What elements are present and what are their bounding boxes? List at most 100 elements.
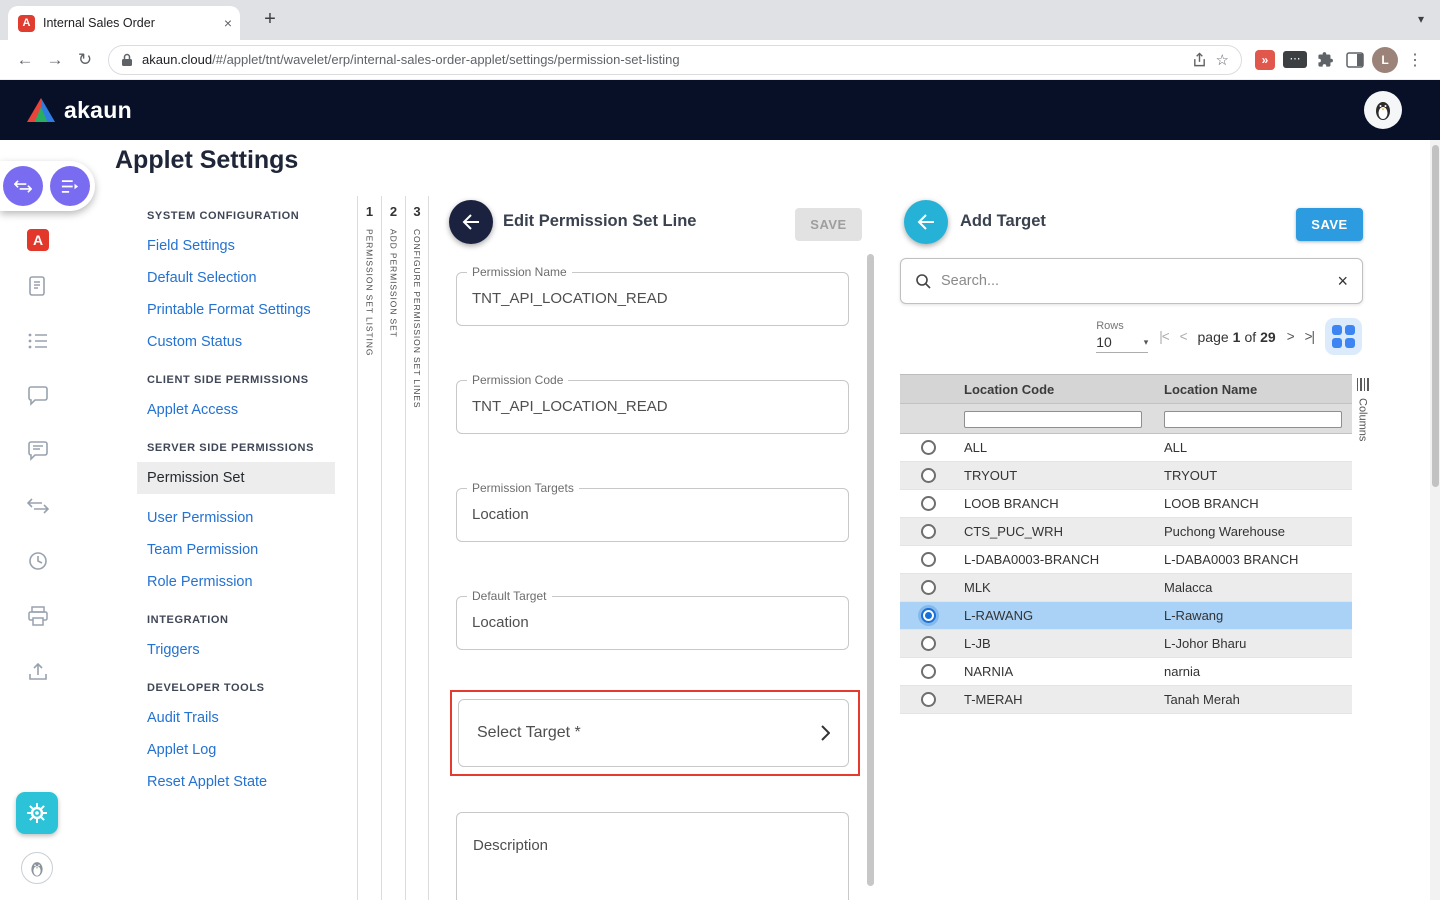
browser-profile-avatar[interactable]: L	[1370, 47, 1400, 73]
feedback-chat-icon[interactable]	[24, 437, 52, 465]
table-row[interactable]: L-JBL-Johor Bharu	[900, 630, 1352, 658]
mascot-penguin-icon[interactable]	[21, 852, 53, 884]
sidebar-item-printable-format-settings[interactable]: Printable Format Settings	[147, 302, 356, 318]
search-input[interactable]	[941, 273, 1327, 289]
sidebar-item-reset-applet-state[interactable]: Reset Applet State	[147, 774, 356, 790]
invoice-document-icon[interactable]	[24, 273, 52, 301]
pdf-export-icon[interactable]: A	[24, 226, 52, 254]
row-location-name: ALL	[1156, 440, 1352, 455]
radio-selected-icon[interactable]	[921, 608, 936, 623]
next-page-button[interactable]: >	[1287, 329, 1294, 344]
step-label: ADD PERMISSION SET	[389, 229, 399, 338]
radio-icon[interactable]	[921, 636, 936, 651]
step-tab-3[interactable]: 3CONFIGURE PERMISSION SET LINES	[405, 196, 429, 900]
clear-search-icon[interactable]: ×	[1337, 271, 1348, 292]
akaun-triangle-icon	[26, 97, 56, 123]
upload-icon[interactable]	[24, 657, 52, 685]
table-row[interactable]: TRYOUTTRYOUT	[900, 462, 1352, 490]
back-icon[interactable]: ←	[10, 50, 40, 70]
quick-menu-button[interactable]	[50, 166, 90, 206]
sidebar-item-team-permission[interactable]: Team Permission	[147, 542, 356, 558]
rows-per-page-select[interactable]: 10 ▾	[1096, 334, 1148, 353]
browser-menu-icon[interactable]: ⋮	[1400, 50, 1430, 70]
radio-icon[interactable]	[921, 552, 936, 567]
sidebar-item-user-permission[interactable]: User Permission	[147, 510, 356, 526]
radio-icon[interactable]	[921, 692, 936, 707]
extension-red-icon[interactable]: »	[1250, 50, 1280, 70]
target-back-button[interactable]	[904, 200, 948, 244]
reload-icon[interactable]: ↻	[70, 50, 100, 70]
radio-icon[interactable]	[921, 440, 936, 455]
location-code-header[interactable]: Location Code	[956, 382, 1156, 397]
radio-icon[interactable]	[921, 580, 936, 595]
filter-location-name-input[interactable]	[1164, 411, 1342, 428]
sidebar-item-field-settings[interactable]: Field Settings	[147, 238, 356, 254]
quick-swap-button[interactable]	[3, 166, 43, 206]
side-panel-icon[interactable]	[1340, 52, 1370, 68]
field-label: Default Target	[467, 589, 552, 603]
new-tab-button[interactable]: +	[258, 8, 282, 31]
field-permission-targets[interactable]: Permission TargetsLocation	[456, 488, 849, 542]
field-permission-code[interactable]: Permission CodeTNT_API_LOCATION_READ	[456, 380, 849, 434]
extensions-puzzle-icon[interactable]	[1310, 51, 1340, 68]
field-value: Location	[457, 597, 848, 648]
panel-scrollbar[interactable]	[867, 254, 874, 886]
sidebar-item-default-selection[interactable]: Default Selection	[147, 270, 356, 286]
forward-icon[interactable]: →	[40, 50, 70, 70]
tab-close-icon[interactable]: ×	[224, 16, 232, 30]
settings-gear-button[interactable]	[16, 792, 58, 834]
bookmark-star-icon[interactable]: ☆	[1216, 51, 1229, 69]
printer-icon[interactable]	[24, 602, 52, 630]
filter-location-code-input[interactable]	[964, 411, 1142, 428]
field-default-target[interactable]: Default TargetLocation	[456, 596, 849, 650]
edit-fields: Permission NameTNT_API_LOCATION_READ Perm…	[456, 272, 849, 704]
description-field[interactable]: Description	[456, 812, 849, 900]
tab-search-chevron-icon[interactable]: ▾	[1418, 12, 1424, 26]
chat-icon[interactable]	[24, 382, 52, 410]
columns-control[interactable]: Columns	[1355, 378, 1370, 441]
save-button-disabled[interactable]: SAVE	[795, 208, 862, 241]
radio-icon[interactable]	[921, 496, 936, 511]
first-page-button[interactable]: |<	[1159, 329, 1168, 344]
select-target-field[interactable]: Select Target *	[458, 699, 849, 767]
table-row[interactable]: CTS_PUC_WRHPuchong Warehouse	[900, 518, 1352, 546]
field-permission-name[interactable]: Permission NameTNT_API_LOCATION_READ	[456, 272, 849, 326]
back-button[interactable]	[449, 200, 493, 244]
user-avatar[interactable]	[1364, 91, 1402, 129]
sidebar-item-triggers[interactable]: Triggers	[147, 642, 356, 658]
list-icon[interactable]	[24, 327, 52, 355]
table-row[interactable]: ALLALL	[900, 434, 1352, 462]
radio-icon[interactable]	[921, 664, 936, 679]
radio-icon[interactable]	[921, 468, 936, 483]
sidebar-item-role-permission[interactable]: Role Permission	[147, 574, 356, 590]
target-save-button[interactable]: SAVE	[1296, 208, 1363, 241]
extension-dark-icon[interactable]: ⋯	[1280, 51, 1310, 68]
url-bar[interactable]: akaun.cloud/#/applet/tnt/wavelet/erp/int…	[108, 45, 1242, 75]
window-scrollbar-thumb[interactable]	[1432, 145, 1439, 487]
radio-icon[interactable]	[921, 524, 936, 539]
last-page-button[interactable]: >|	[1305, 329, 1314, 344]
table-row[interactable]: MLKMalacca	[900, 574, 1352, 602]
step-tab-1[interactable]: 1PERMISSION SET LISTING	[357, 196, 381, 900]
sidebar-item-applet-log[interactable]: Applet Log	[147, 742, 356, 758]
step-tab-2[interactable]: 2ADD PERMISSION SET	[381, 196, 405, 900]
penguin-icon	[1373, 98, 1393, 122]
sidebar-item-permission-set[interactable]: Permission Set	[137, 462, 335, 494]
table-row[interactable]: LOOB BRANCHLOOB BRANCH	[900, 490, 1352, 518]
transfer-arrows-icon[interactable]	[24, 492, 52, 520]
table-row[interactable]: T-MERAHTanah Merah	[900, 686, 1352, 714]
location-name-header[interactable]: Location Name	[1156, 382, 1352, 397]
prev-page-button[interactable]: <	[1180, 329, 1187, 344]
sidebar-item-audit-trails[interactable]: Audit Trails	[147, 710, 356, 726]
browser-tab[interactable]: A Internal Sales Order ×	[8, 6, 240, 40]
sidebar-item-applet-access[interactable]: Applet Access	[147, 402, 356, 418]
sidebar-item-custom-status[interactable]: Custom Status	[147, 334, 356, 350]
share-icon[interactable]	[1192, 52, 1207, 68]
akaun-logo[interactable]: akaun	[26, 97, 132, 124]
radio-cell	[900, 692, 956, 707]
table-row[interactable]: L-RAWANGL-Rawang	[900, 602, 1352, 630]
table-row[interactable]: L-DABA0003-BRANCHL-DABA0003 BRANCH	[900, 546, 1352, 574]
table-row[interactable]: NARNIAnarnia	[900, 658, 1352, 686]
history-clock-icon[interactable]	[24, 547, 52, 575]
grid-view-button[interactable]	[1325, 318, 1362, 355]
